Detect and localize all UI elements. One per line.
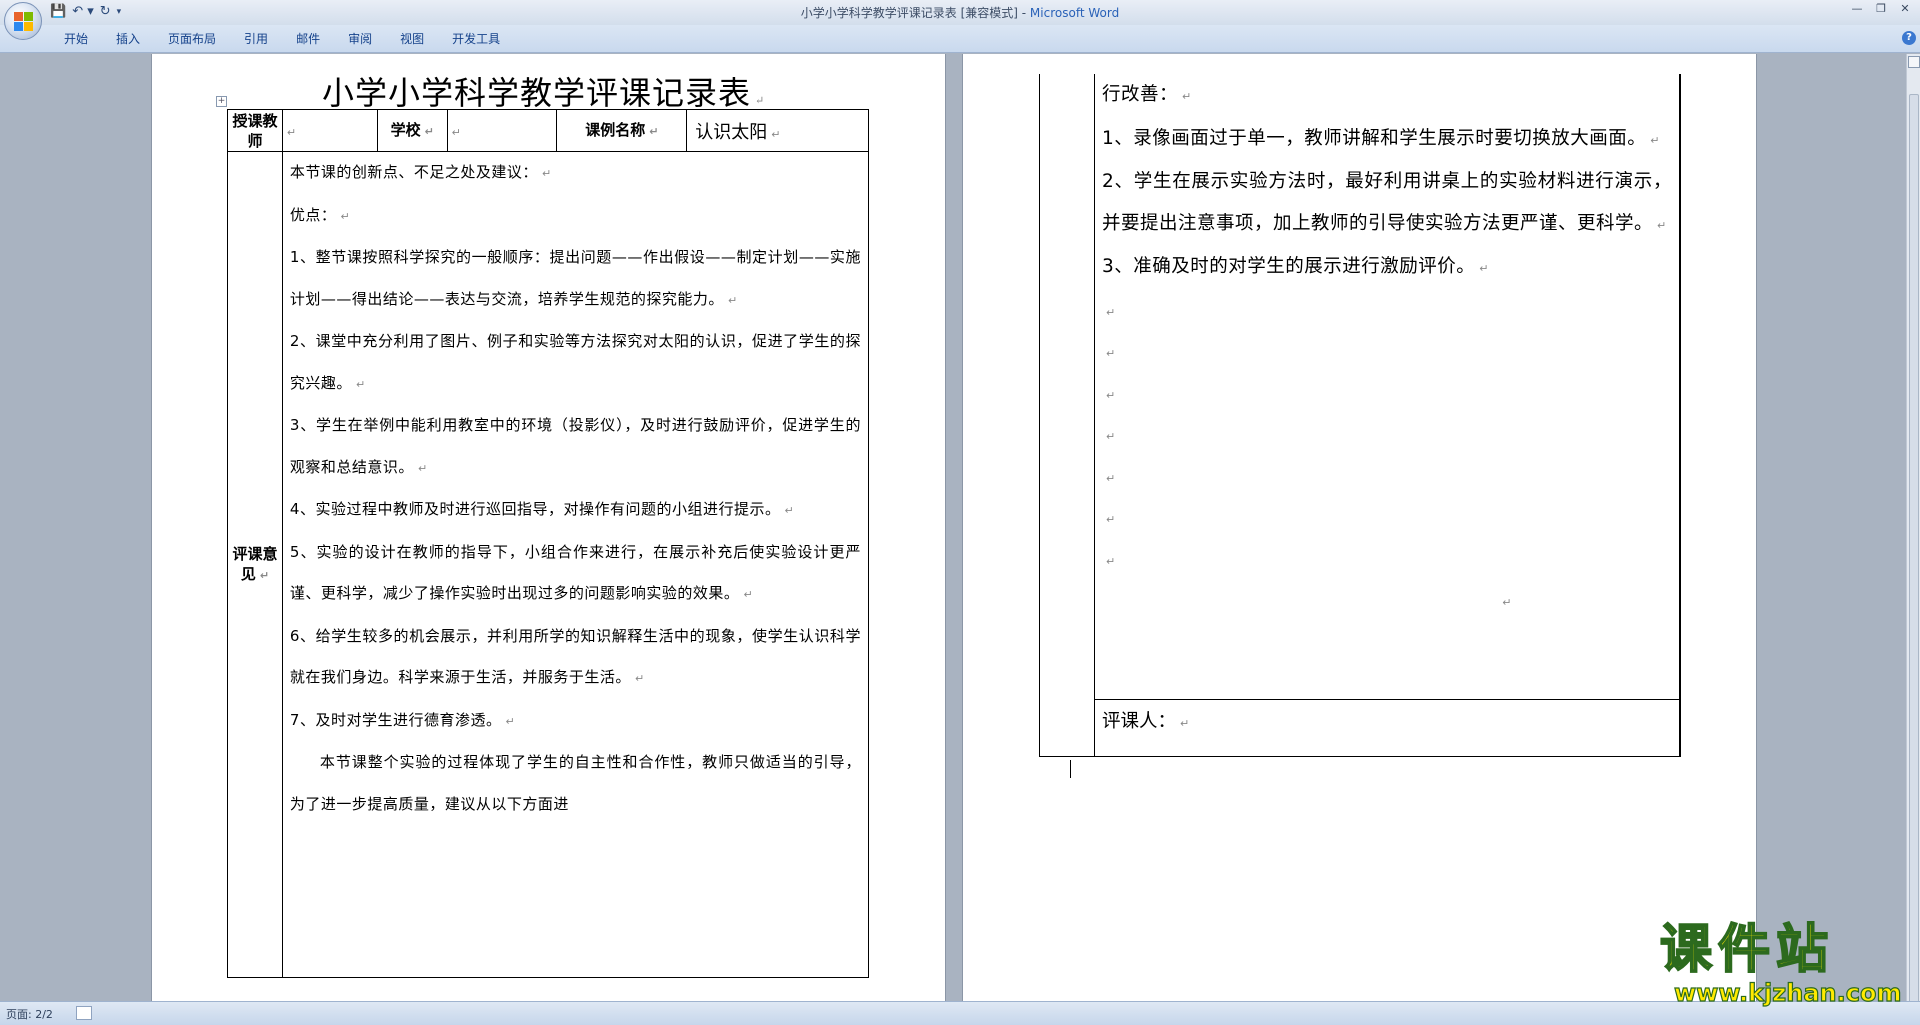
review-content-cell-continued[interactable]: 行改善： ↵ 1、录像画面过于单一，教师讲解和学生展示时要切换放大画面。 ↵ 2、学… (1094, 74, 1680, 700)
review-content-cell[interactable]: 本节课的创新点、不足之处及建议： ↵ 优点： ↵ 1、整节课按照科学探究的一般顺序：… (281, 151, 870, 978)
document-name: 小学小学科学教学评课记录表 [兼容模式] - (800, 6, 1030, 20)
page-indicator[interactable]: 页面: 2/2 (6, 1006, 53, 1022)
office-button[interactable] (4, 2, 42, 40)
empty-paragraph: ↵ (1106, 347, 1116, 360)
watermark-logo: 课件站 www.kjzhan.com (1659, 919, 1910, 1007)
school-label-cell: 学校 ↵ (376, 109, 448, 152)
empty-paragraph: ↵ (1106, 305, 1116, 319)
review-paragraph: 优点： ↵ (289, 205, 351, 224)
tab-view[interactable]: 视图 (386, 30, 438, 48)
school-value-cell[interactable]: ↵ (446, 109, 558, 152)
ruler-toggle-icon[interactable] (1908, 56, 1920, 68)
review-paragraph: 2、课堂中充分利用了图片、例子和实验等方法探究对太阳的认识，促进了学生的探究兴趣… (289, 332, 861, 392)
tab-review[interactable]: 审阅 (334, 30, 386, 48)
teacher-label-cell: 授课教师 (227, 109, 283, 152)
review-table: 授课教师 ↵ 学校 ↵ ↵ 课例名称 ↵ 认识太阳 ↵ 评课意见 ↵ 本节课的创新点、不… (227, 109, 870, 978)
review-paragraph: 2、学生在展示实验方法时，最好利用讲桌上的实验材料进行演示，并要提出注意事项，加… (1102, 171, 1672, 234)
review-paragraph: 7、及时对学生进行德育渗透。 ↵ (289, 710, 516, 729)
teacher-value-cell[interactable]: ↵ (281, 109, 378, 152)
review-paragraph: 本节课的创新点、不足之处及建议： ↵ (289, 163, 552, 181)
empty-paragraph: ↵ (1106, 554, 1116, 568)
tab-page-layout[interactable]: 页面布局 (154, 30, 230, 48)
ribbon-tab-bar: 开始 插入 页面布局 引用 邮件 审阅 视图 开发工具 ? (0, 25, 1920, 53)
empty-paragraph: ↵ (1106, 388, 1116, 402)
status-bar: 页面: 2/2 (0, 1001, 1920, 1025)
window-title: 小学小学科学教学评课记录表 [兼容模式] - Microsoft Word (0, 4, 1920, 21)
window-controls: — ❐ ✕ (1846, 2, 1916, 16)
document-title: 小学小学科学教学评课记录表 ↵ (322, 74, 766, 112)
review-label-cell: 评课意见 ↵ (227, 151, 283, 978)
review-paragraph: 4、实验过程中教师及时进行巡回指导，对操作有问题的小组进行提示。 ↵ (289, 500, 795, 518)
review-paragraph: 3、准确及时的对学生的展示进行激励评价。 ↵ (1102, 256, 1489, 277)
empty-paragraph: ↵ (1106, 471, 1116, 485)
close-icon[interactable]: ✕ (1894, 2, 1916, 16)
help-icon[interactable]: ? (1902, 31, 1916, 45)
restore-icon[interactable]: ❐ (1870, 2, 1892, 16)
title-bar: 💾 ↶ ▾ ↻ ▾ 小学小学科学教学评课记录表 [兼容模式] - Microso… (0, 0, 1920, 25)
empty-paragraph: ↵ (1106, 430, 1116, 443)
table-move-handle-icon[interactable]: + (216, 96, 227, 107)
tab-home[interactable]: 开始 (50, 30, 102, 48)
watermark-url: www.kjzhan.com (1673, 979, 1902, 1007)
scrollbar-thumb[interactable] (1909, 94, 1919, 1014)
minimize-icon[interactable]: — (1846, 2, 1868, 16)
proofing-icon[interactable] (76, 1006, 92, 1020)
lesson-label-cell: 课例名称 ↵ (556, 109, 688, 152)
tab-references[interactable]: 引用 (230, 30, 282, 48)
review-paragraph: 6、给学生较多的机会展示，并利用所学的知识解释生活中的现象，使学生认识科学就在我… (289, 626, 861, 687)
reviewer-cell[interactable]: 评课人： ↵ (1094, 700, 1680, 756)
tab-mailings[interactable]: 邮件 (282, 30, 334, 48)
empty-paragraph: ↵ (1502, 596, 1512, 609)
review-paragraph: 本节课整个实验的过程体现了学生的自主性和合作性，教师只做适当的引导，为了进一步提… (289, 753, 861, 813)
tab-insert[interactable]: 插入 (102, 30, 154, 48)
review-paragraph: 3、学生在举例中能利用教室中的环境（投影仪），及时进行鼓励评价，促进学生的观察和… (289, 416, 861, 476)
app-name: Microsoft Word (1029, 6, 1120, 20)
review-paragraph: 行改善： ↵ (1102, 84, 1192, 105)
tab-developer[interactable]: 开发工具 (438, 30, 514, 48)
watermark-title: 课件站 (1659, 919, 1835, 981)
document-page-1[interactable]: 小学小学科学教学评课记录表 ↵ + 授课教师 ↵ 学校 ↵ ↵ 课例名称 ↵ 认识太阳… (151, 54, 946, 1001)
review-paragraph: 1、整节课按照科学探究的一般顺序：提出问题——作出假设——制定计划——实施计划—… (289, 248, 861, 308)
review-table-continued: 行改善： ↵ 1、录像画面过于单一，教师讲解和学生展示时要切换放大画面。 ↵ 2、学… (1039, 74, 1681, 757)
empty-paragraph: ↵ (1106, 513, 1116, 526)
lesson-value-cell[interactable]: 认识太阳 ↵ (686, 109, 869, 152)
office-logo-icon (14, 12, 34, 32)
document-page-2[interactable]: 行改善： ↵ 1、录像画面过于单一，教师讲解和学生展示时要切换放大画面。 ↵ 2、学… (962, 54, 1757, 1001)
text-cursor (1070, 760, 1071, 778)
vertical-scrollbar[interactable] (1906, 54, 1920, 1014)
review-paragraph: 5、实验的设计在教师的指导下，小组合作来进行，在展示补充后使实验设计更严谨、更科… (289, 542, 861, 603)
review-paragraph: 1、录像画面过于单一，教师讲解和学生展示时要切换放大画面。 ↵ (1102, 127, 1660, 149)
